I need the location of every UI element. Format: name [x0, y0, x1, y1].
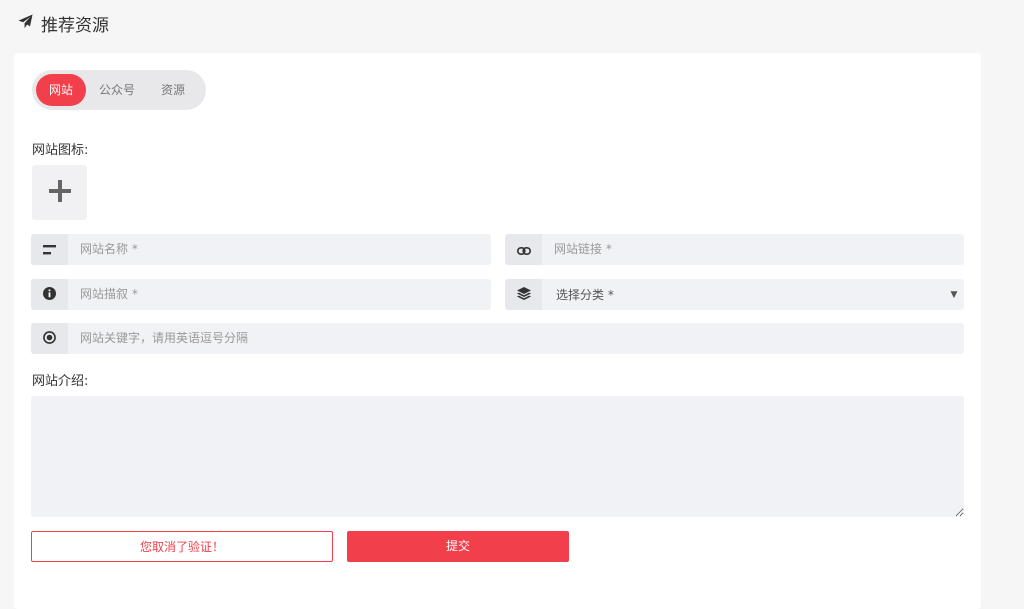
keywords-input[interactable] — [68, 323, 964, 354]
website-name-input[interactable] — [68, 234, 491, 265]
tab-resource[interactable]: 资源 — [148, 74, 198, 106]
category-select[interactable]: 选择分类 * ▼ — [505, 279, 964, 310]
website-name-field — [31, 234, 491, 265]
tab-website[interactable]: 网站 — [36, 74, 87, 106]
website-link-field — [505, 234, 964, 265]
keywords-field — [31, 323, 964, 354]
page-title: 推荐资源 — [41, 15, 109, 36]
dot-circle-icon — [43, 329, 56, 348]
name-addon — [31, 234, 68, 265]
category-select-value: 选择分类 * — [556, 288, 614, 302]
page-header: 推荐资源 — [18, 10, 109, 36]
website-description-input[interactable] — [68, 279, 491, 310]
website-link-input[interactable] — [542, 234, 964, 265]
resource-type-tabs: 网站 公众号 资源 — [32, 70, 206, 110]
website-intro-textarea[interactable] — [31, 396, 964, 517]
paper-plane-icon — [18, 13, 33, 33]
category-addon — [505, 279, 542, 310]
info-circle-icon — [43, 285, 56, 304]
website-description-field — [31, 279, 491, 310]
layers-icon — [516, 285, 531, 304]
plus-icon — [48, 179, 71, 206]
link-icon — [516, 240, 531, 259]
submit-resource-card: 网站 公众号 资源 网站图标: 网站名称 * 网站链接 * 网站描叙 * 选择分… — [14, 53, 981, 609]
description-addon — [31, 279, 68, 310]
text-lines-icon — [42, 240, 57, 259]
tab-official-account[interactable]: 公众号 — [86, 74, 148, 106]
website-intro-label: 网站介绍: — [32, 374, 89, 389]
captcha-status-button[interactable]: 您取消了验证！ — [31, 531, 333, 562]
website-icon-label: 网站图标: — [32, 143, 89, 158]
keywords-addon — [31, 323, 68, 354]
icon-upload-button[interactable] — [32, 165, 87, 220]
submit-button[interactable]: 提交 — [347, 531, 569, 562]
chevron-down-icon: ▼ — [950, 289, 958, 300]
link-addon — [505, 234, 542, 265]
